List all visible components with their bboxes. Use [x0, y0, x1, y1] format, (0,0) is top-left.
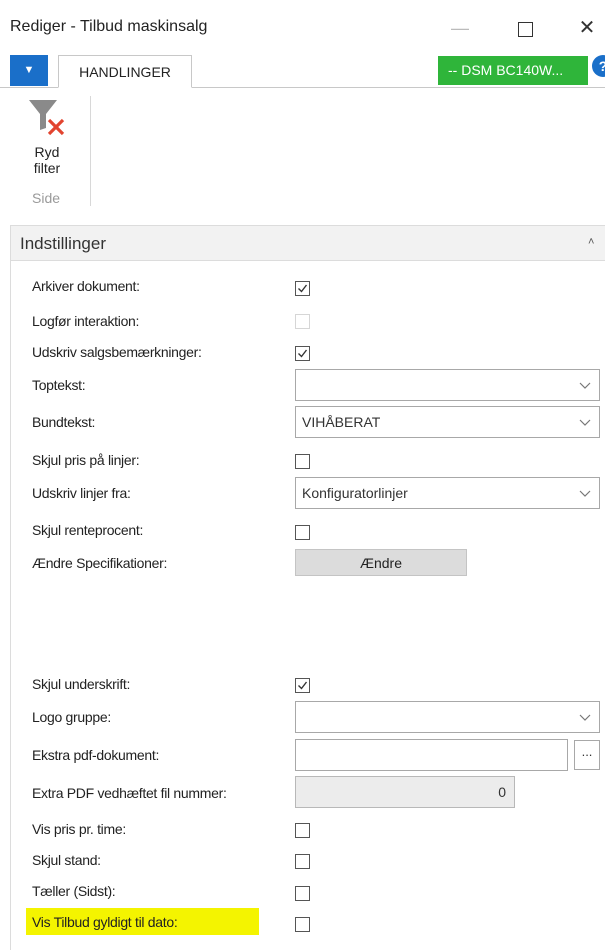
chevron-down-icon: [579, 382, 591, 389]
bundtekst-dropdown[interactable]: VIHÅBERAT: [295, 406, 600, 438]
checkbox-udskriv-salgsbemaerkninger[interactable]: [295, 346, 310, 361]
minimize-button[interactable]: —: [440, 10, 480, 46]
label-ekstra-pdf: Ekstra pdf-dokument:: [32, 747, 160, 763]
label-logo-gruppe: Logo gruppe:: [32, 709, 111, 725]
ekstra-pdf-assist-button[interactable]: ...: [574, 740, 600, 770]
logo-gruppe-dropdown[interactable]: [295, 701, 600, 733]
label-skjul-underskrift: Skjul underskrift:: [32, 676, 131, 692]
label-udskriv-salgsbemaerkninger: Udskriv salgsbemærkninger:: [32, 344, 202, 360]
clear-filter-label-line2: filter: [33, 160, 61, 176]
checkmark-icon: [298, 284, 308, 293]
label-skjul-stand: Skjul stand:: [32, 852, 101, 868]
udskriv-linjer-fra-dropdown[interactable]: Konfiguratorlinjer: [295, 477, 600, 509]
maximize-button[interactable]: [505, 10, 545, 46]
label-toptekst: Toptekst:: [32, 377, 86, 393]
checkmark-icon: [298, 681, 308, 690]
label-taeller-sidst: Tæller (Sidst):: [32, 883, 116, 899]
checkbox-vis-tilbud-gyldigt[interactable]: [295, 917, 310, 932]
panel-left-border: [10, 260, 11, 950]
record-badge[interactable]: -- DSM BC140W...: [438, 56, 588, 85]
label-bundtekst: Bundtekst:: [32, 414, 96, 430]
tab-handlinger[interactable]: HANDLINGER: [58, 55, 192, 88]
clear-filter-label: Ryd filter: [18, 144, 76, 176]
collapse-chevron-icon[interactable]: ˄: [588, 236, 594, 248]
label-logfor-interaktion: Logfør interaktion:: [32, 313, 140, 329]
bundtekst-value: VIHÅBERAT: [302, 414, 381, 430]
clear-filter-label-line1: Ryd: [34, 144, 60, 160]
checkbox-taeller-sidst[interactable]: [295, 886, 310, 901]
close-button[interactable]: ✕: [567, 10, 605, 46]
chevron-down-icon: [579, 714, 591, 721]
fasttab-title: Indstillinger: [20, 234, 106, 253]
checkbox-vis-pris-pr-time[interactable]: [295, 823, 310, 838]
label-udskriv-linjer-fra: Udskriv linjer fra:: [32, 485, 131, 501]
toptekst-dropdown[interactable]: [295, 369, 600, 401]
extra-pdf-nummer-field: 0: [295, 776, 515, 808]
clear-filter-button[interactable]: Ryd filter: [18, 96, 76, 192]
window-title: Rediger - Tilbud maskinsalg: [10, 18, 208, 35]
udskriv-linjer-fra-value: Konfiguratorlinjer: [302, 485, 408, 501]
ribbon-group-separator: [90, 96, 91, 206]
maximize-icon: [517, 21, 533, 37]
label-extra-pdf-nummer: Extra PDF vedhæftet fil nummer:: [32, 785, 227, 801]
aendre-button[interactable]: Ændre: [295, 549, 467, 576]
checkbox-skjul-underskrift[interactable]: [295, 678, 310, 693]
checkbox-skjul-stand[interactable]: [295, 854, 310, 869]
ekstra-pdf-input[interactable]: [295, 739, 568, 771]
label-vis-pris-pr-time: Vis pris pr. time:: [32, 821, 126, 837]
clear-filter-icon: [29, 100, 65, 136]
ribbon-menu-button[interactable]: ▼: [10, 55, 48, 86]
checkbox-logfor-interaktion[interactable]: [295, 314, 310, 329]
label-aendre-specifikationer: Ændre Specifikationer:: [32, 555, 168, 571]
help-icon[interactable]: ?: [592, 55, 605, 77]
label-skjul-renteprocent: Skjul renteprocent:: [32, 522, 144, 538]
ribbon-group-label: Side: [32, 190, 61, 206]
chevron-down-icon: [579, 419, 591, 426]
label-skjul-pris: Skjul pris på linjer:: [32, 452, 140, 468]
extra-pdf-nummer-value: 0: [498, 784, 506, 800]
label-vis-tilbud-gyldigt: Vis Tilbud gyldigt til dato:: [32, 914, 178, 930]
checkmark-icon: [298, 349, 308, 358]
checkbox-arkiver-dokument[interactable]: [295, 281, 310, 296]
checkbox-skjul-renteprocent[interactable]: [295, 525, 310, 540]
chevron-down-icon: [579, 490, 591, 497]
checkbox-skjul-pris[interactable]: [295, 454, 310, 469]
label-arkiver-dokument: Arkiver dokument:: [32, 278, 140, 294]
